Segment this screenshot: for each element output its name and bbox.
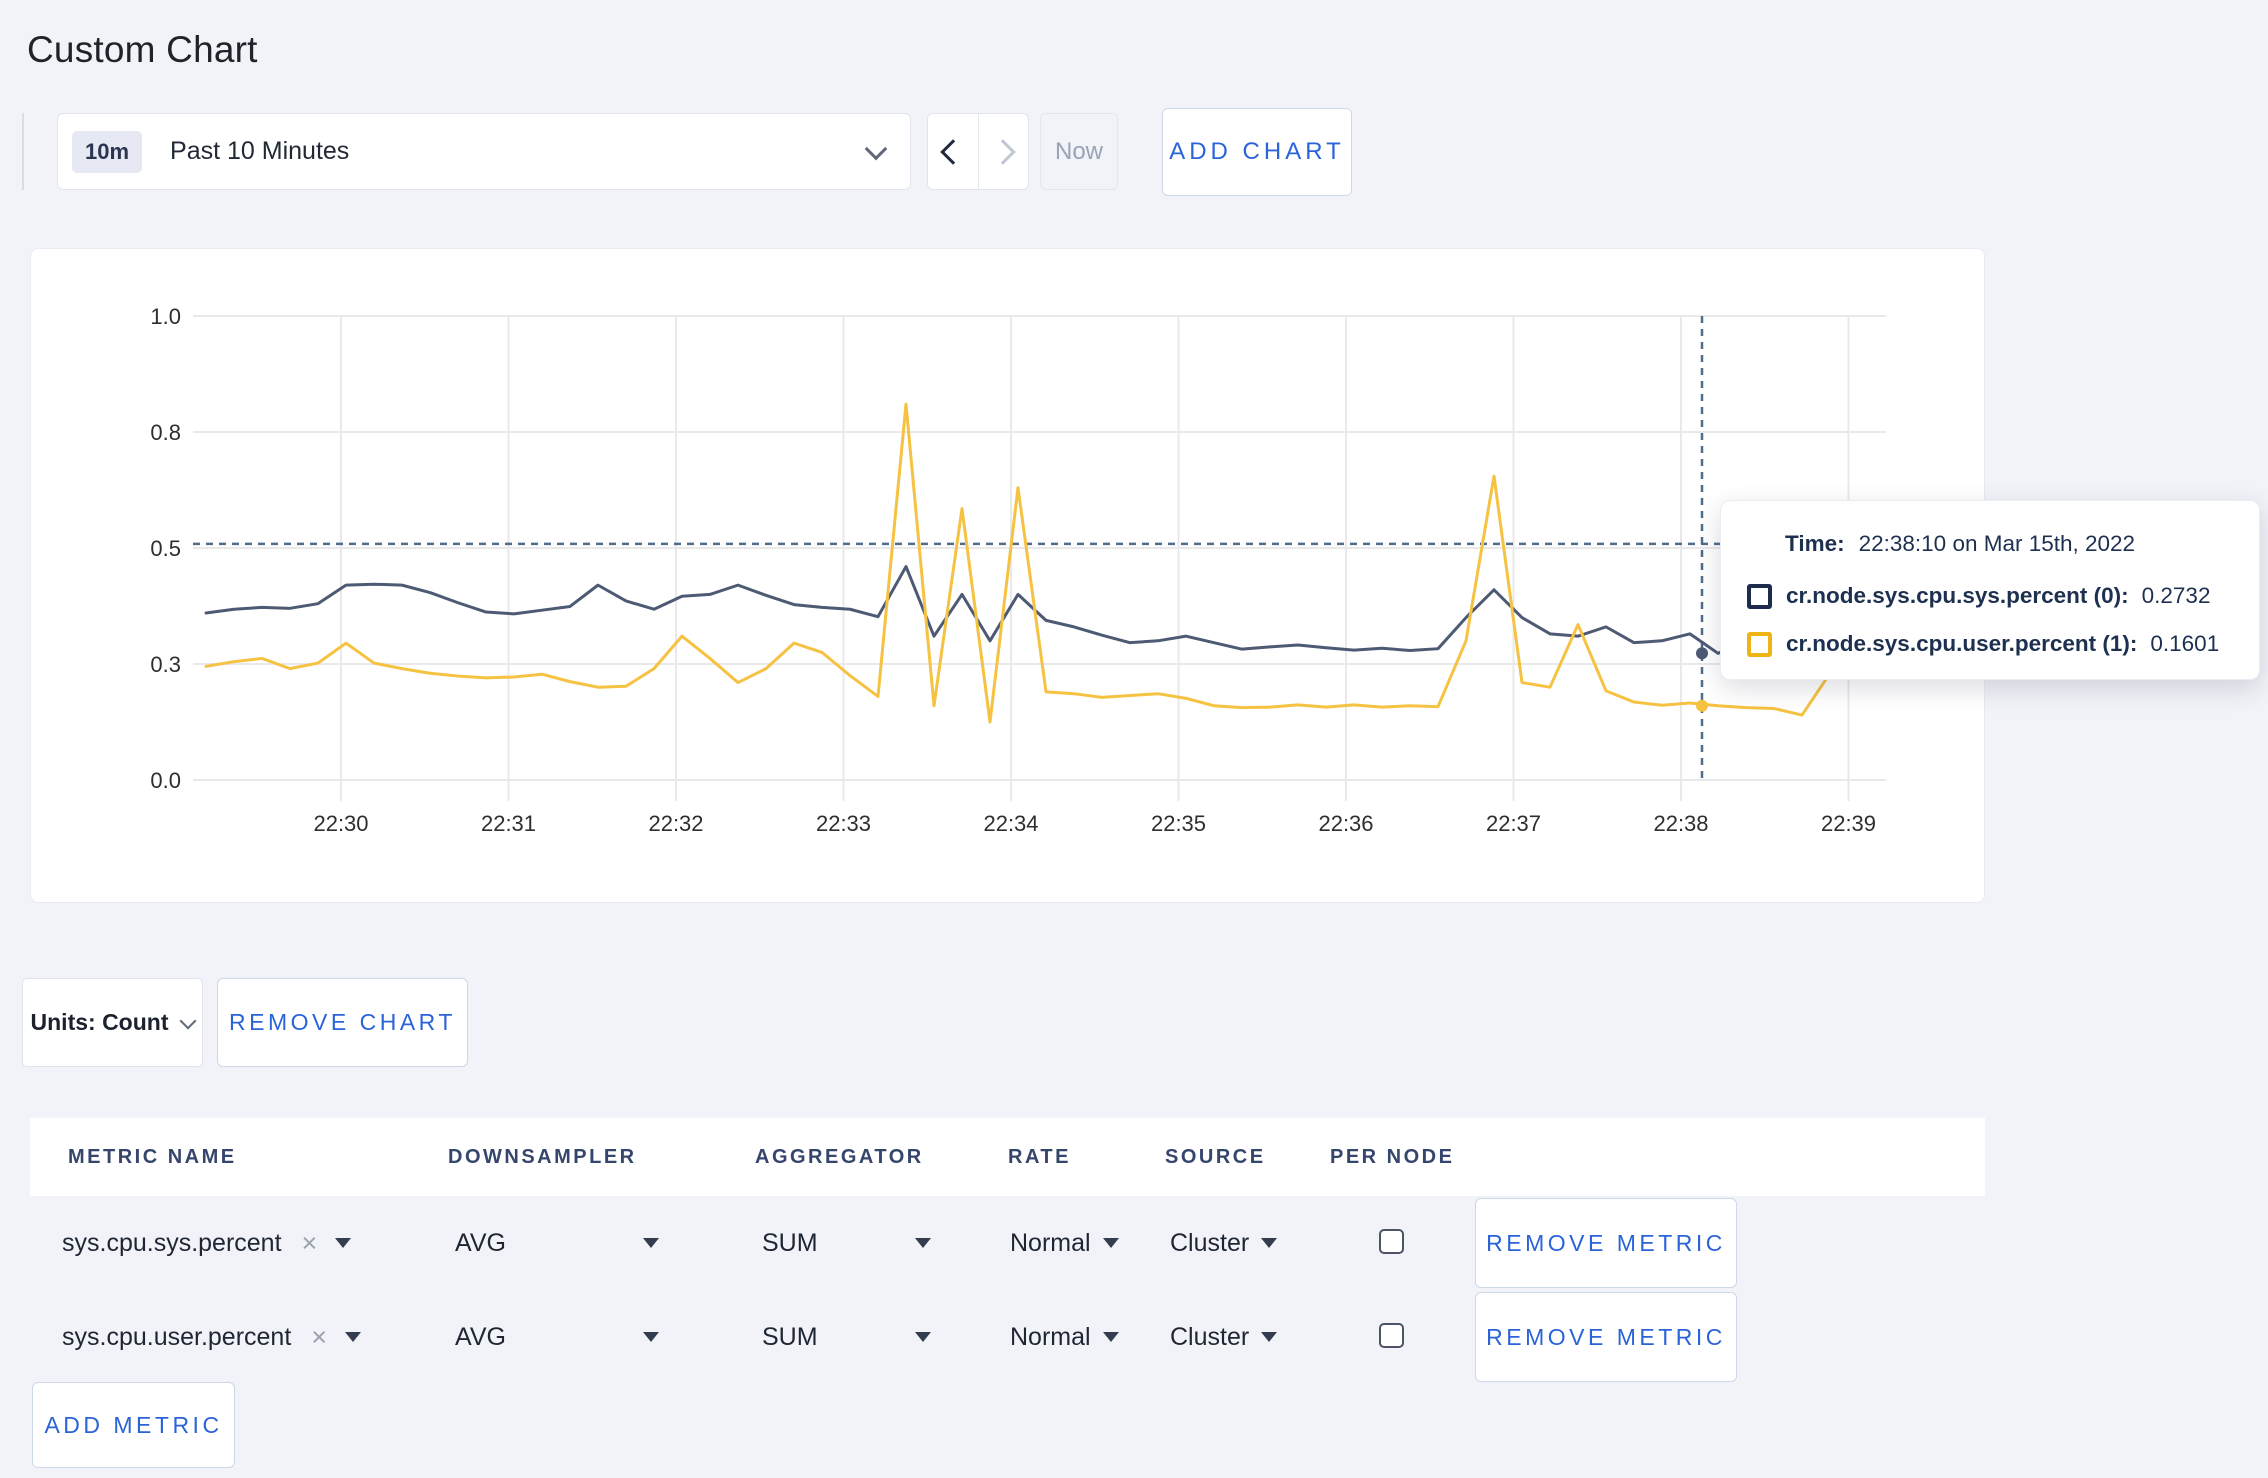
downsampler-select[interactable]: AVG (455, 1196, 506, 1290)
svg-text:22:36: 22:36 (1318, 811, 1373, 836)
svg-text:0.8: 0.8 (150, 420, 181, 445)
caret-down-icon (345, 1332, 362, 1342)
chevron-down-icon (179, 1012, 197, 1029)
caret-down-icon[interactable] (643, 1332, 659, 1342)
downsampler-value: AVG (455, 1322, 506, 1351)
per-node-checkbox[interactable] (1379, 1323, 1404, 1348)
metric-row: sys.cpu.sys.percent × AVG SUM Normal Clu… (30, 1196, 1985, 1290)
svg-text:22:35: 22:35 (1151, 811, 1206, 836)
per-node-checkbox[interactable] (1379, 1229, 1404, 1254)
svg-text:22:30: 22:30 (313, 811, 368, 836)
time-pager (927, 113, 1029, 190)
svg-text:0.3: 0.3 (150, 652, 181, 677)
downsampler-value: AVG (455, 1228, 506, 1257)
caret-down-icon (1102, 1238, 1119, 1248)
svg-text:22:31: 22:31 (481, 811, 536, 836)
page-title: Custom Chart (27, 28, 258, 70)
units-dropdown[interactable]: Units: Count (22, 978, 203, 1067)
downsampler-select[interactable]: AVG (455, 1290, 506, 1384)
toolbar-divider (22, 113, 24, 190)
metric-name-value: sys.cpu.sys.percent (62, 1228, 282, 1257)
tooltip-series-name: cr.node.sys.cpu.sys.percent (0): (1786, 583, 2129, 608)
tooltip-time-label: Time: (1785, 531, 1845, 556)
svg-text:0.0: 0.0 (150, 768, 181, 793)
user-series-swatch-icon (1747, 631, 1772, 657)
caret-down-icon (1102, 1332, 1119, 1342)
chart-panel: 0.0 0.3 0.5 0.8 1.0 22:30 22:31 22:32 22:33 22:34… (30, 248, 1985, 903)
aggregator-value: SUM (762, 1228, 818, 1257)
col-header-source: SOURCE (1165, 1146, 1266, 1168)
rate-value: Normal (1010, 1228, 1091, 1257)
caret-down-icon[interactable] (915, 1332, 931, 1342)
col-header-per-node: PER NODE (1330, 1146, 1455, 1168)
chevron-right-icon (990, 138, 1016, 165)
aggregator-select[interactable]: SUM (762, 1290, 818, 1384)
svg-text:22:34: 22:34 (983, 811, 1038, 836)
metric-row: sys.cpu.user.percent × AVG SUM Normal Cl… (30, 1290, 1985, 1384)
svg-text:22:37: 22:37 (1486, 811, 1541, 836)
svg-text:0.5: 0.5 (150, 536, 181, 561)
tooltip-series-value: 0.2732 (2141, 583, 2211, 608)
col-header-aggregator: AGGREGATOR (755, 1146, 924, 1168)
col-header-rate: RATE (1008, 1146, 1071, 1168)
sys-series-swatch-icon (1747, 583, 1772, 609)
metrics-table-header: METRIC NAME DOWNSAMPLER AGGREGATOR RATE … (30, 1118, 1985, 1196)
now-button[interactable]: Now (1040, 113, 1118, 190)
metric-name-value: sys.cpu.user.percent (62, 1322, 292, 1351)
metric-name-select[interactable]: sys.cpu.sys.percent × (62, 1196, 352, 1290)
source-select[interactable]: Cluster (1170, 1290, 1278, 1384)
chart-tooltip: Time: 22:38:10 on Mar 15th, 2022 cr.node… (1720, 500, 2260, 680)
clear-icon[interactable]: × (311, 1322, 327, 1353)
metric-name-select[interactable]: sys.cpu.user.percent × (62, 1290, 362, 1384)
caret-down-icon[interactable] (915, 1238, 931, 1248)
clear-icon[interactable]: × (302, 1228, 318, 1259)
rate-select[interactable]: Normal (1010, 1196, 1119, 1290)
svg-text:22:33: 22:33 (816, 811, 871, 836)
chevron-left-icon (940, 138, 966, 165)
time-range-label: Past 10 Minutes (170, 137, 350, 165)
svg-text:1.0: 1.0 (150, 304, 181, 329)
aggregator-select[interactable]: SUM (762, 1196, 818, 1290)
time-range-badge: 10m (72, 130, 143, 173)
svg-text:22:32: 22:32 (648, 811, 703, 836)
col-header-downsampler: DOWNSAMPLER (448, 1146, 637, 1168)
svg-text:22:38: 22:38 (1653, 811, 1708, 836)
col-header-metric-name: METRIC NAME (68, 1146, 237, 1168)
caret-down-icon[interactable] (643, 1238, 659, 1248)
add-metric-button[interactable]: ADD METRIC (32, 1382, 235, 1468)
caret-down-icon (335, 1238, 352, 1248)
rate-select[interactable]: Normal (1010, 1290, 1119, 1384)
time-range-dropdown[interactable]: 10m Past 10 Minutes (57, 113, 911, 190)
source-value: Cluster (1170, 1322, 1250, 1351)
remove-metric-button[interactable]: REMOVE METRIC (1475, 1292, 1737, 1382)
tooltip-series-value: 0.1601 (2150, 631, 2220, 656)
aggregator-value: SUM (762, 1322, 818, 1351)
rate-value: Normal (1010, 1322, 1091, 1351)
prev-time-button[interactable] (928, 114, 979, 189)
svg-text:22:39: 22:39 (1821, 811, 1876, 836)
tooltip-series-name: cr.node.sys.cpu.user.percent (1): (1786, 631, 2138, 656)
source-select[interactable]: Cluster (1170, 1196, 1278, 1290)
units-label: Units: Count (30, 1009, 169, 1035)
source-value: Cluster (1170, 1228, 1250, 1257)
chevron-down-icon (864, 137, 888, 160)
remove-metric-button[interactable]: REMOVE METRIC (1475, 1198, 1737, 1288)
caret-down-icon (1261, 1332, 1278, 1342)
tooltip-time-value: 22:38:10 on Mar 15th, 2022 (1858, 531, 2136, 556)
add-chart-button[interactable]: ADD CHART (1162, 108, 1352, 196)
caret-down-icon (1261, 1238, 1278, 1248)
remove-chart-button[interactable]: REMOVE CHART (217, 978, 468, 1067)
timeseries-chart[interactable]: 0.0 0.3 0.5 0.8 1.0 22:30 22:31 22:32 22:33 22:34… (31, 249, 1986, 904)
next-time-button[interactable] (979, 114, 1029, 189)
